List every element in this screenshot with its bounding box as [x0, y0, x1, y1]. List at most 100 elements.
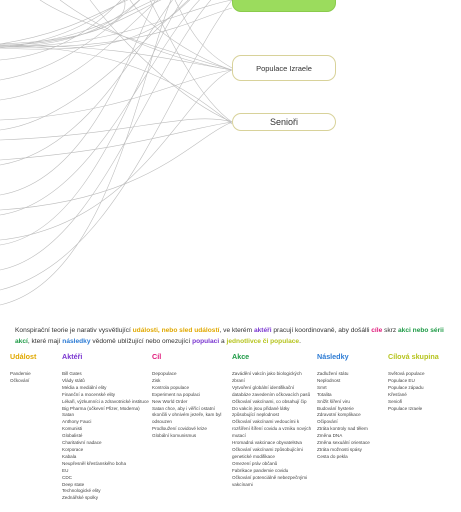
column-title: Cílová skupina	[388, 352, 439, 361]
column-cilova-skupina: Cílová skupina Světová populace Populace …	[388, 352, 458, 412]
list-item: Ztráta možnosti spásy	[317, 446, 362, 452]
list-item: EU	[62, 467, 69, 473]
list-item: Hromadná vakcinace obyvatelstva	[232, 440, 302, 446]
column-udalost: Událost Pandemie Očkování	[10, 352, 58, 385]
link-line	[0, 0, 212, 271]
list-item: Očipování	[317, 419, 338, 425]
list-item: Zisk	[152, 377, 161, 383]
column-title: Aktéři	[62, 352, 83, 361]
list-item: Očkování vakcínami vedoucími k rozšíření…	[232, 419, 312, 439]
list-item: Očkování potenciálně nebezpečnými vakcín…	[232, 474, 308, 487]
column-akce: Akce Zavádění vakcín jako biologických z…	[232, 352, 312, 488]
column-cil: Cíl Depopulace Zisk Kontrola populace Exper…	[152, 352, 230, 440]
highlight-populaci: populaci	[192, 338, 220, 345]
list-item: Totalita	[317, 391, 332, 397]
list-item: Satan chce, aby i věřící ostatní skončil…	[152, 405, 222, 425]
link-line	[39, 0, 233, 71]
list-item: Očkování vakcínami, co obsahují čip	[232, 398, 307, 404]
list-item: CDC	[62, 474, 72, 480]
list-item: Satan	[62, 412, 75, 418]
list-item: Senioři	[388, 398, 403, 404]
list-item: Technologické elity	[62, 488, 101, 494]
list-item: Ztráta kontroly nad tělem	[317, 426, 368, 432]
link-line	[174, 0, 233, 69]
column-title: Událost	[10, 352, 37, 361]
list-item: Média a mediální elity	[62, 384, 107, 390]
list-item: Charitativní nadace	[62, 440, 102, 446]
column-title: Cíl	[152, 352, 162, 361]
link-line	[129, 0, 233, 71]
list-item: Bill Gates	[62, 371, 82, 376]
highlight-cile: cíle	[371, 327, 383, 334]
list-item: Smrt	[317, 384, 327, 390]
list-item: Světová populace	[388, 371, 425, 376]
list-item: Změna sexuální orientace	[317, 440, 370, 446]
column-list: Zavádění vakcín jako biologických zbraní…	[232, 371, 312, 488]
link-line	[0, 69, 233, 241]
list-item: Cesta do pekla	[317, 453, 348, 459]
list-item: Populace Izraele	[388, 405, 423, 411]
list-item: Omezení práv občanů	[232, 460, 278, 466]
list-item: Zdravotní komplikace	[317, 412, 361, 418]
list-item: Zadlužení státu	[317, 371, 349, 376]
column-akteri: Aktéři Bill Gates Vlády států Média a medi…	[62, 352, 150, 502]
list-item: Prodloužení covidové krize	[152, 426, 207, 432]
list-item: Zednářské spolky	[62, 495, 99, 501]
list-item: Deep state	[62, 481, 85, 487]
column-list: Depopulace Zisk Kontrola populace Experimen…	[152, 371, 230, 440]
node-seniori-label: Senioři	[269, 117, 298, 127]
link-line	[0, 0, 159, 101]
list-item: Anthony Fauci	[62, 419, 92, 425]
list-item: Neupřesněl křesťanského boha	[62, 460, 127, 466]
highlight-nasledky: následky	[62, 338, 91, 345]
list-item: Pandemie	[10, 371, 31, 376]
column-list: Světová populace Populace EU Populace zápa…	[388, 371, 458, 412]
node-populace-izraele[interactable]: Populace Izraele	[232, 55, 336, 81]
list-item: Big Pharma (očkevní Pfizer, Moderna)	[62, 405, 140, 411]
list-item: Zavádění vakcín jako biologických zbraní	[232, 371, 302, 383]
list-item: Křesťané	[388, 391, 407, 397]
column-title: Akce	[232, 352, 250, 361]
link-line	[0, 0, 129, 45]
list-item: Kontrola populace	[152, 384, 190, 390]
column-list: Zadlužení státu Neplodnost Smrt Totalita Sní…	[317, 371, 385, 461]
highlight-cilova-skupina: jednotlivce či populace	[226, 338, 300, 345]
link-line	[89, 0, 233, 123]
list-item: Depopulace	[152, 371, 177, 376]
list-item: Očkování	[10, 377, 30, 383]
link-line	[0, 0, 233, 48]
list-item: Budování hysterie	[317, 405, 354, 411]
list-item: Populace EU	[388, 377, 415, 383]
column-list: Pandemie Očkování	[10, 371, 58, 385]
link-line	[0, 121, 233, 161]
list-item: Neplodnost	[317, 377, 341, 383]
node-izrael-label: Populace Izraele	[256, 63, 312, 73]
list-item: Populace západu	[388, 384, 424, 390]
list-item: Očkování vakcínami způsobujícími genetic…	[232, 446, 303, 459]
link-line	[0, 0, 183, 246]
link-line	[0, 121, 233, 211]
highlight-udalosti: události, nebo sled událostí	[132, 327, 220, 334]
list-item: Finanční a mocenské elity	[62, 391, 116, 397]
list-item: Vytvoření globální identifikační databáz…	[232, 384, 311, 397]
link-line	[0, 44, 233, 71]
list-item: Komunisti	[62, 426, 83, 432]
list-item: Snížit šíření viru	[317, 398, 350, 404]
list-item: Změna DNA	[317, 433, 343, 439]
node-top-green[interactable]	[232, 0, 336, 12]
link-line	[0, 0, 200, 216]
column-list: Bill Gates Vlády států Média a mediální el…	[62, 371, 150, 502]
list-item: Korporace	[62, 446, 84, 452]
link-line	[0, 7, 233, 48]
list-item: New World Order	[152, 398, 188, 404]
list-item: Experiment na populaci	[152, 391, 201, 397]
node-seniori[interactable]: Senioři	[232, 113, 336, 131]
list-item: Kabala	[62, 453, 77, 459]
list-item: Globalisté	[62, 433, 83, 439]
column-title: Následky	[317, 352, 349, 361]
list-item: Lékaři, výzkumníci a zdravotnické instit…	[62, 398, 149, 404]
column-nasledky: Následky Zadlužení státu Neplodnost Smrt To…	[317, 352, 385, 461]
definition-text: Konspirační teorie je narativ vysvětlují…	[15, 327, 444, 345]
highlight-akteri: aktéři	[253, 327, 272, 334]
list-item: Globální komunismus	[152, 433, 197, 439]
